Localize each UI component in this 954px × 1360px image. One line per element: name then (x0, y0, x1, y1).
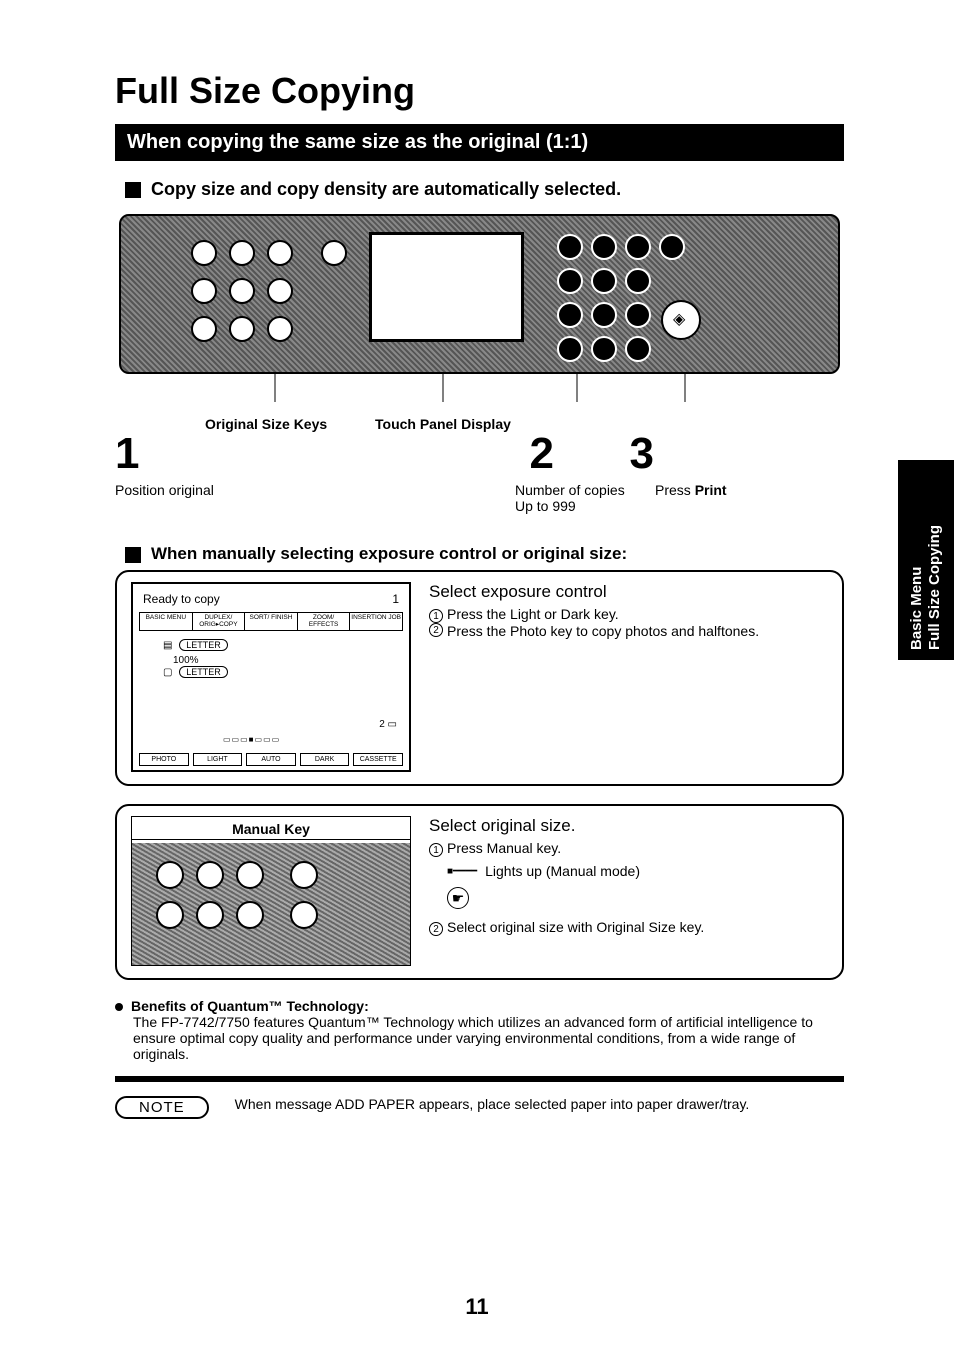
note-label: NOTE (115, 1096, 209, 1119)
lcd-tabs: BASIC MENU DUPLEX/ ORIG▸COPY SORT/ FINIS… (139, 612, 403, 631)
lcd-mockup: Ready to copy 1 BASIC MENU DUPLEX/ ORIG▸… (131, 582, 411, 772)
auto-select-line: Copy size and copy density are automatic… (125, 179, 844, 200)
step-circle-2-icon: 2 (429, 922, 443, 936)
step-circle-2-icon: 2 (429, 623, 443, 637)
square-bullet-icon (125, 182, 141, 198)
page-title: Full Size Copying (115, 70, 844, 112)
orig-size-title: Select original size. (429, 816, 828, 836)
step-circle-1-icon: 1 (429, 843, 443, 857)
bullet-icon (115, 1003, 123, 1011)
auto-select-text: Copy size and copy density are automatic… (151, 179, 621, 199)
benefits-heading: Benefits of Quantum™ Technology: (131, 998, 369, 1014)
label-original-size-keys: Original Size Keys (205, 416, 375, 432)
exposure-instructions: Select exposure control 1Press the Light… (429, 582, 828, 772)
page-number: 11 (0, 1294, 954, 1320)
step-3-text: Press Print (655, 482, 727, 498)
benefits-body: The FP-7742/7750 features Quantum™ Techn… (133, 1014, 844, 1062)
step-1-text: Position original (115, 482, 365, 498)
note-text: When message ADD PAPER appears, place se… (235, 1096, 750, 1112)
lcd-ready: Ready to copy (143, 592, 220, 606)
orig-size-instructions: Select original size. 1Press Manual key.… (429, 816, 828, 966)
benefits-block: Benefits of Quantum™ Technology: The FP-… (115, 998, 844, 1062)
square-bullet-icon (125, 547, 141, 563)
manual-key-label: Manual Key (132, 817, 410, 840)
step-2-text: Number of copiesUp to 999 (515, 482, 655, 514)
step-circle-1-icon: 1 (429, 609, 443, 623)
exposure-title: Select exposure control (429, 582, 828, 602)
step-1-number: 1 (115, 432, 139, 476)
lcd-count: 1 (392, 592, 399, 606)
lights-up-text: Lights up (Manual mode) (485, 863, 640, 879)
lcd-bottom-buttons: PHOTO LIGHT AUTO DARK CASSETTE (139, 753, 403, 766)
section-header: When copying the same size as the origin… (115, 124, 844, 161)
step-2-number: 2 (529, 432, 569, 476)
note-row: NOTE When message ADD PAPER appears, pla… (115, 1096, 844, 1119)
control-panel-illustration (119, 214, 840, 374)
callout-lines (115, 374, 835, 410)
side-index-tab: Basic Menu Full Size Copying (898, 460, 954, 660)
exposure-control-panel: Ready to copy 1 BASIC MENU DUPLEX/ ORIG▸… (115, 570, 844, 786)
manual-key-illustration: Manual Key (131, 816, 411, 966)
hand-icon: ☛ (447, 887, 469, 909)
print-start-button-icon (661, 300, 701, 340)
divider-bar (115, 1076, 844, 1082)
panel-labels-row: Original Size Keys Touch Panel Display (115, 416, 844, 432)
original-size-panel: Manual Key Select original size. 1Press … (115, 804, 844, 980)
touch-panel-screen (369, 232, 524, 342)
manual-select-header: When manually selecting exposure control… (125, 544, 844, 564)
steps-row: 1 2 3 (115, 432, 844, 476)
step-3-number: 3 (629, 432, 669, 476)
